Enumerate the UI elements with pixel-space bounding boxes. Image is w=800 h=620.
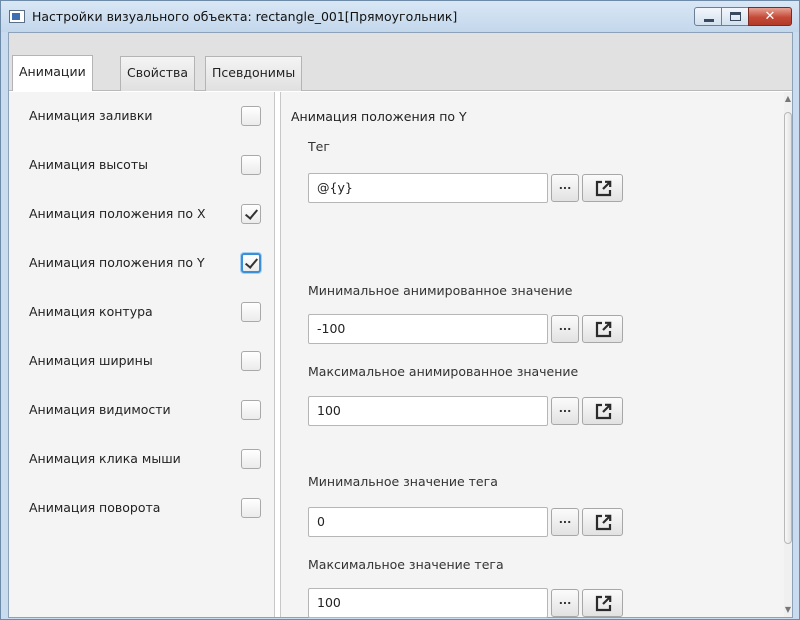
title-bar[interactable]: Настройки визуального объекта: rectangle… xyxy=(1,1,799,32)
open-external-icon xyxy=(595,595,612,612)
animation-label: Анимация положения по Y xyxy=(29,255,205,270)
max-tag-value-label: Максимальное значение тега xyxy=(308,557,504,572)
window-client-area: Анимации Свойства Псевдонимы Анимация за… xyxy=(8,32,793,618)
min-animated-browse-button[interactable]: ... xyxy=(551,315,579,343)
scroll-up-arrow-icon[interactable]: ▲ xyxy=(784,92,792,106)
min-tag-value-label: Минимальное значение тега xyxy=(308,474,498,489)
max-animated-value-input[interactable]: 100 xyxy=(308,396,548,426)
animation-row-rotation[interactable]: Анимация поворота xyxy=(9,493,275,523)
tab-properties[interactable]: Свойства xyxy=(120,56,196,91)
min-tag-browse-button[interactable]: ... xyxy=(551,508,579,536)
max-animated-value-label: Максимальное анимированное значение xyxy=(308,364,579,379)
max-animated-browse-button[interactable]: ... xyxy=(551,397,579,425)
animation-checkbox[interactable] xyxy=(241,106,261,126)
minimize-icon xyxy=(704,19,714,22)
min-tag-value-input[interactable]: 0 xyxy=(308,507,548,537)
min-tag-open-external-button[interactable] xyxy=(582,508,623,536)
close-icon: ✕ xyxy=(764,9,776,24)
animation-row-stroke[interactable]: Анимация контура xyxy=(9,297,275,327)
window-title: Настройки визуального объекта: rectangle… xyxy=(32,9,458,24)
tag-input[interactable]: @{y} xyxy=(308,173,548,203)
max-tag-browse-button[interactable]: ... xyxy=(551,589,579,617)
tab-animations[interactable]: Анимации xyxy=(12,55,93,91)
animation-label: Анимация положения по X xyxy=(29,206,206,221)
open-external-icon xyxy=(595,180,612,197)
animation-label: Анимация поворота xyxy=(29,500,161,515)
vertical-scrollbar[interactable]: ▲ ▼ xyxy=(784,92,792,617)
open-external-icon xyxy=(595,514,612,531)
max-tag-open-external-button[interactable] xyxy=(582,589,623,617)
animation-row-position-x[interactable]: Анимация положения по X xyxy=(9,199,275,229)
tab-aliases[interactable]: Псевдонимы xyxy=(205,56,303,91)
animation-checkbox[interactable] xyxy=(241,449,261,469)
animation-checkbox[interactable] xyxy=(241,302,261,322)
maximize-button[interactable] xyxy=(721,7,749,26)
min-animated-open-external-button[interactable] xyxy=(582,315,623,343)
animation-label: Анимация клика мыши xyxy=(29,451,181,466)
animation-label: Анимация контура xyxy=(29,304,153,319)
animation-checkbox[interactable] xyxy=(241,351,261,371)
animation-label: Анимация ширины xyxy=(29,353,153,368)
app-window-icon xyxy=(9,10,25,23)
maximize-icon xyxy=(730,12,741,21)
open-external-icon xyxy=(595,321,612,338)
animation-row-position-y[interactable]: Анимация положения по Y xyxy=(9,248,275,278)
minimize-button[interactable] xyxy=(694,7,722,26)
max-animated-open-external-button[interactable] xyxy=(582,397,623,425)
max-tag-value-input[interactable]: 100 xyxy=(308,588,548,618)
animation-detail-panel: Анимация положения по Y Тег @{y} ... Мин… xyxy=(280,92,784,618)
scroll-thumb[interactable] xyxy=(784,112,792,544)
close-button[interactable]: ✕ xyxy=(748,7,792,26)
animation-checkbox[interactable] xyxy=(241,204,261,224)
animation-checkbox[interactable] xyxy=(241,253,261,273)
tab-bar: Анимации Свойства Псевдонимы xyxy=(9,33,792,91)
tag-label: Тег xyxy=(308,139,330,154)
window-controls: ✕ xyxy=(694,7,792,26)
animation-label: Анимация заливки xyxy=(29,108,153,123)
tag-browse-button[interactable]: ... xyxy=(551,174,579,202)
settings-window: Настройки визуального объекта: rectangle… xyxy=(0,0,800,620)
min-animated-value-input[interactable]: -100 xyxy=(308,314,548,344)
animation-checkbox[interactable] xyxy=(241,400,261,420)
animation-row-mouse-click[interactable]: Анимация клика мыши xyxy=(9,444,275,474)
animation-label: Анимация высоты xyxy=(29,157,148,172)
tag-open-external-button[interactable] xyxy=(582,174,623,202)
animation-label: Анимация видимости xyxy=(29,402,171,417)
animation-row-fill[interactable]: Анимация заливки xyxy=(9,101,275,131)
open-external-icon xyxy=(595,403,612,420)
animation-list: Анимация заливки Анимация высоты Анимаци… xyxy=(9,92,275,617)
section-title: Анимация положения по Y xyxy=(291,109,467,124)
animation-row-visibility[interactable]: Анимация видимости xyxy=(9,395,275,425)
scroll-down-arrow-icon[interactable]: ▼ xyxy=(784,603,792,617)
min-animated-value-label: Минимальное анимированное значение xyxy=(308,283,573,298)
animation-checkbox[interactable] xyxy=(241,155,261,175)
animation-checkbox[interactable] xyxy=(241,498,261,518)
animation-row-height[interactable]: Анимация высоты xyxy=(9,150,275,180)
animation-row-width[interactable]: Анимация ширины xyxy=(9,346,275,376)
